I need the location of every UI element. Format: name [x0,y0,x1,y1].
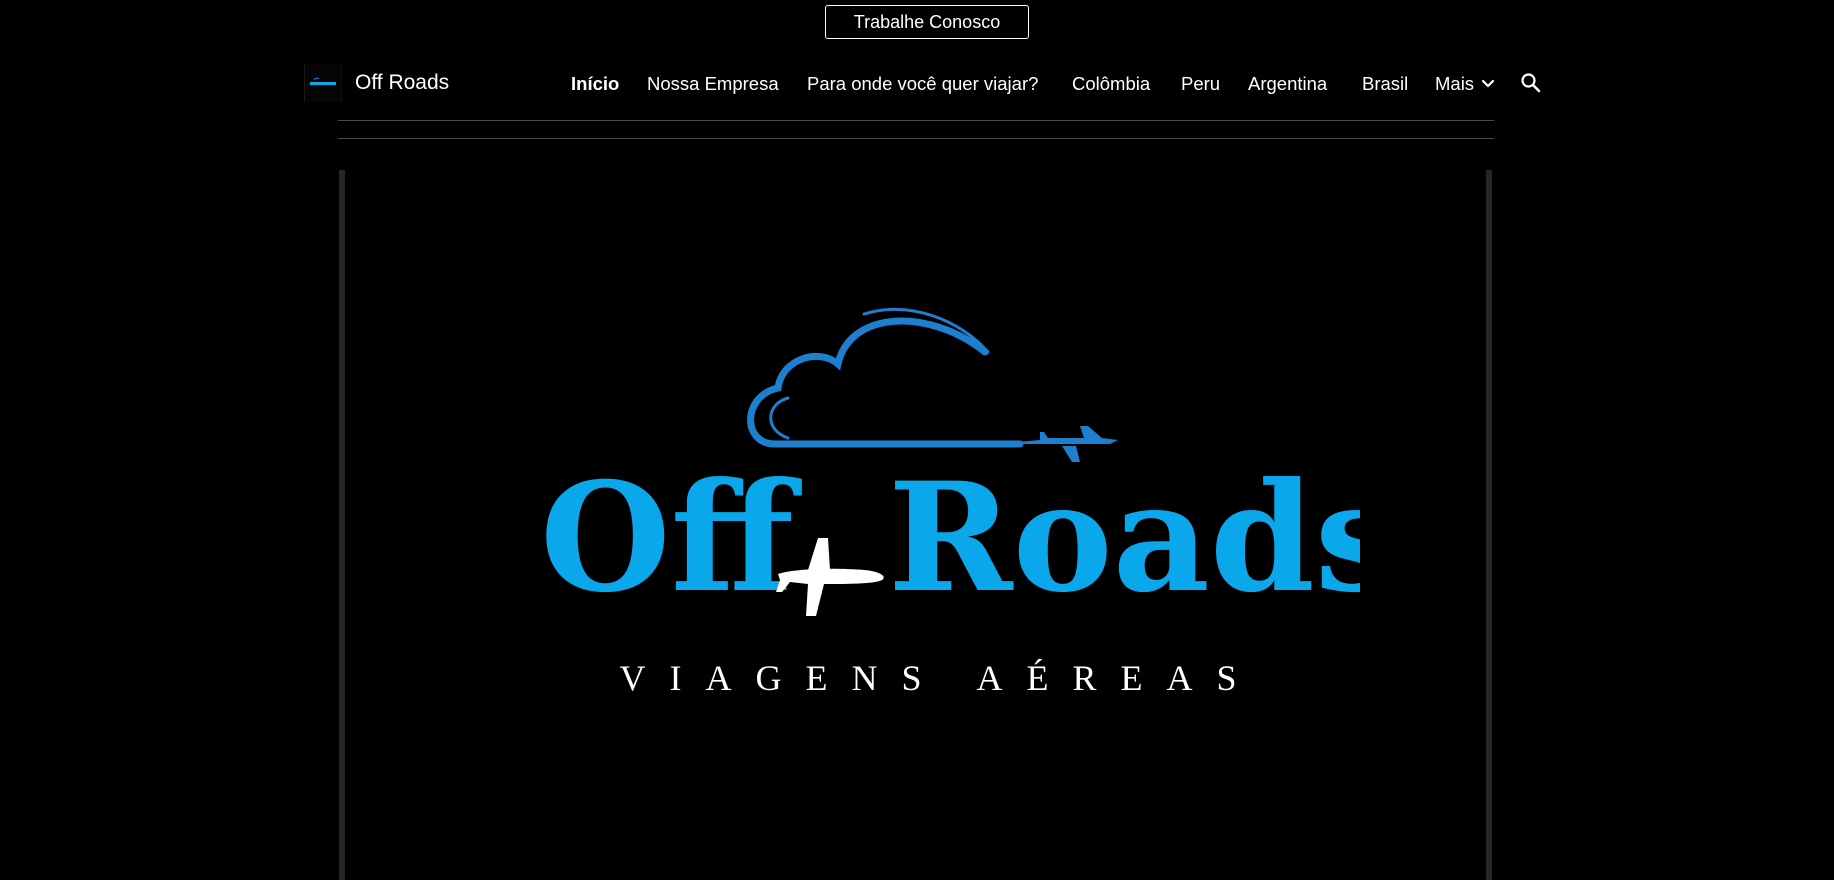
cloud-icon [747,307,1024,448]
site-logo[interactable] [304,64,342,102]
site-title[interactable]: Off Roads [355,70,449,96]
header-divider-top [338,120,1494,121]
nav-item-mais[interactable]: Mais [1435,72,1474,96]
nav-item-colombia[interactable]: Colômbia [1072,72,1150,96]
header-divider-bottom [338,138,1494,139]
brand-off-text: Off [540,450,803,626]
chevron-down-icon[interactable] [1480,77,1496,91]
brand-roads-text: Roads [888,450,1360,626]
nav-item-nossa-empresa[interactable]: Nossa Empresa [647,72,779,96]
trabalhe-conosco-button[interactable]: Trabalhe Conosco [825,5,1029,39]
page: Trabalhe Conosco Off Roads Início Nossa … [0,0,1834,880]
nav-item-argentina[interactable]: Argentina [1248,72,1327,96]
hero-logo: Off Roads VIAGENS AÉREAS [540,307,1360,698]
nav-item-inicio[interactable]: Início [571,72,619,96]
search-icon[interactable] [1519,71,1543,95]
brand-tagline: VIAGENS AÉREAS [619,658,1260,698]
nav-item-para-onde[interactable]: Para onde você quer viajar? [807,72,1038,96]
nav-item-peru[interactable]: Peru [1181,72,1220,96]
nav-item-brasil[interactable]: Brasil [1362,72,1408,96]
site-logo-icon [310,77,336,85]
hero-frame-left [339,170,345,880]
hero-frame-right [1486,170,1492,880]
